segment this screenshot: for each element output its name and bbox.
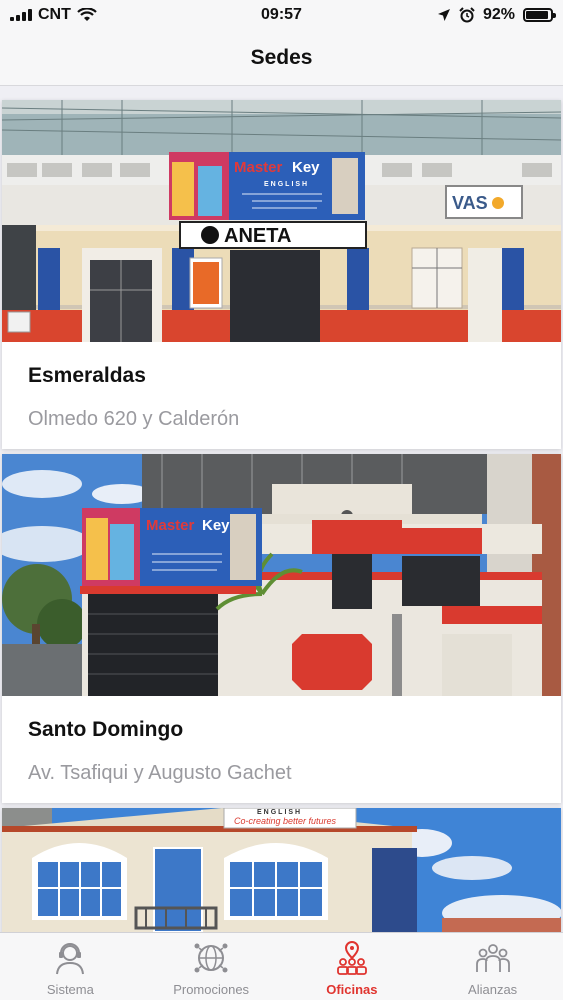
- office-name: Santo Domingo: [28, 718, 184, 741]
- office-photo: ENGLISH Co-creating better futures: [2, 808, 561, 932]
- office-photo: ANETA Master Key ENGLISH VAS: [2, 100, 561, 342]
- tagline-sign-text: Co-creating better futures: [234, 816, 337, 826]
- battery-icon: [523, 8, 556, 22]
- tab-label: Sistema: [46, 982, 94, 997]
- aneta-sign-text: ANETA: [224, 225, 291, 247]
- office-photo: Master Key: [2, 454, 561, 696]
- tab-label: Alianzas: [468, 982, 518, 997]
- globe-network-icon: [194, 943, 228, 973]
- wifi-icon: [77, 8, 97, 21]
- office-card-esmeraldas[interactable]: ANETA Master Key ENGLISH VAS Esmeraldas …: [2, 100, 561, 449]
- page-title: Sedes: [250, 45, 313, 69]
- signal-icon: [10, 9, 32, 21]
- tab-oficinas[interactable]: Oficinas: [282, 933, 423, 1000]
- master-sign-text: Master: [234, 159, 283, 176]
- english-sign-text: ENGLISH: [264, 181, 309, 188]
- office-address: Olmedo 620 y Calderón: [28, 408, 240, 430]
- location-arrow-icon: [437, 9, 450, 21]
- office-card-santo-domingo[interactable]: Master Key Santo Domingo Av. Tsafiqui y …: [2, 454, 561, 803]
- carrier-label: CNT: [38, 6, 71, 23]
- vas-sign-text: VAS: [452, 193, 488, 213]
- office-info: Esmeraldas Olmedo 620 y Calderón: [2, 342, 561, 449]
- battery-fill: [526, 11, 549, 19]
- office-location-icon: [336, 940, 367, 975]
- support-agent-icon: [56, 943, 85, 975]
- tab-sistema[interactable]: Sistema: [0, 933, 141, 1000]
- master-sign-text: Master: [146, 517, 195, 534]
- tab-bar: Sistema Promociones Oficinas Alianzas: [0, 932, 563, 1000]
- office-info: Santo Domingo Av. Tsafiqui y Augusto Gac…: [2, 696, 561, 803]
- tab-label: Promociones: [173, 982, 250, 997]
- key-sign-text: Key: [202, 517, 230, 534]
- tab-promociones[interactable]: Promociones: [141, 933, 282, 1000]
- tab-label: Oficinas: [326, 982, 378, 997]
- office-address: Av. Tsafiqui y Augusto Gachet: [28, 762, 292, 784]
- status-left: CNT: [10, 6, 190, 24]
- navigation-bar: Sedes: [0, 30, 563, 86]
- status-time: 09:57: [261, 6, 302, 23]
- key-sign-text: Key: [292, 159, 320, 176]
- battery-percent: 92%: [482, 6, 515, 23]
- alarm-icon: [459, 7, 475, 23]
- offices-list[interactable]: ANETA Master Key ENGLISH VAS Esmeraldas …: [0, 96, 563, 932]
- alliance-people-icon: [475, 944, 510, 972]
- status-bar: CNT 09:57 92%: [0, 0, 563, 30]
- tab-alianzas[interactable]: Alianzas: [422, 933, 563, 1000]
- status-right: 92%: [373, 6, 556, 24]
- english-sign-text: ENGLISH: [257, 809, 302, 816]
- office-name: Esmeraldas: [28, 364, 146, 387]
- office-card-third[interactable]: ENGLISH Co-creating better futures: [2, 808, 561, 932]
